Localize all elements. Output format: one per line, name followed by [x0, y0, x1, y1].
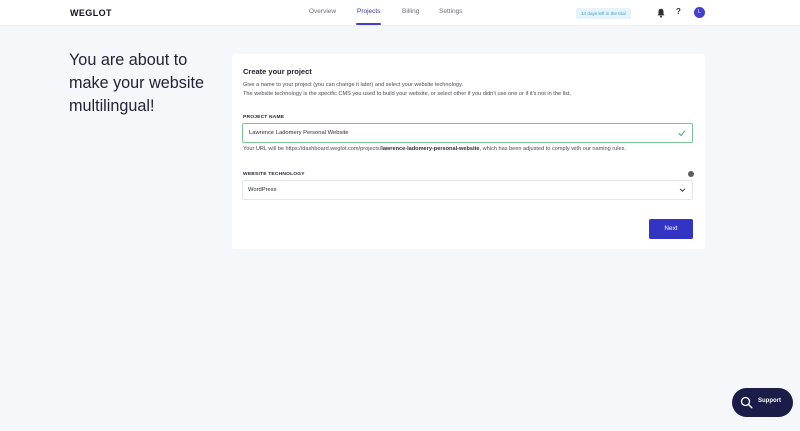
url-prefix: Your URL will be https://dashboard.weglo… — [243, 146, 382, 152]
website-technology-label: WEBSITE TECHNOLOGY — [243, 172, 305, 177]
check-icon — [678, 130, 686, 137]
weglot-logo[interactable]: WEGLOT — [70, 8, 112, 18]
project-name-label: PROJECT NAME — [243, 115, 285, 120]
card-title: Create your project — [243, 67, 312, 76]
avatar[interactable]: L — [694, 7, 705, 18]
info-icon[interactable] — [688, 171, 694, 177]
technology-value: WordPress — [248, 187, 277, 193]
next-button[interactable]: Next — [649, 219, 693, 239]
nav-settings[interactable]: Settings — [439, 0, 463, 26]
url-suffix: , which has been adjusted to comply with… — [479, 146, 626, 152]
website-technology-select[interactable]: WordPress — [242, 180, 693, 200]
hero-line-2: make your website — [69, 74, 204, 92]
card-description: Give a name to your project (you can cha… — [243, 81, 698, 99]
top-bar: WEGLOT Overview Projects Billing Setting… — [0, 0, 800, 26]
description-line-2: The website technology is the specific C… — [243, 91, 571, 97]
chevron-down-icon — [679, 188, 686, 192]
project-name-value: Lawrence Ladomery Personal Website — [249, 130, 349, 136]
description-line-1: Give a name to your project (you can cha… — [243, 82, 464, 88]
trial-badge[interactable]: 14 days left in the trial — [576, 8, 631, 19]
support-label: Support — [758, 398, 781, 404]
hero-line-3: multilingual! — [69, 97, 155, 115]
nav-projects[interactable]: Projects — [355, 0, 383, 26]
create-project-card: Create your project Give a name to your … — [232, 54, 705, 249]
hero-heading: You are about to make your website multi… — [69, 49, 229, 118]
nav-overview[interactable]: Overview — [309, 0, 336, 26]
url-slug: lawrence-ladomery-personal-website — [381, 146, 480, 152]
hero-line-1: You are about to — [69, 51, 188, 69]
search-icon — [740, 396, 753, 409]
nav-billing[interactable]: Billing — [402, 0, 419, 26]
support-button[interactable]: Support — [732, 388, 793, 417]
project-name-input[interactable]: Lawrence Ladomery Personal Website — [242, 123, 693, 143]
url-note: Your URL will be https://dashboard.weglo… — [243, 145, 698, 154]
bell-icon[interactable] — [657, 8, 665, 18]
help-icon[interactable]: ? — [676, 7, 681, 16]
